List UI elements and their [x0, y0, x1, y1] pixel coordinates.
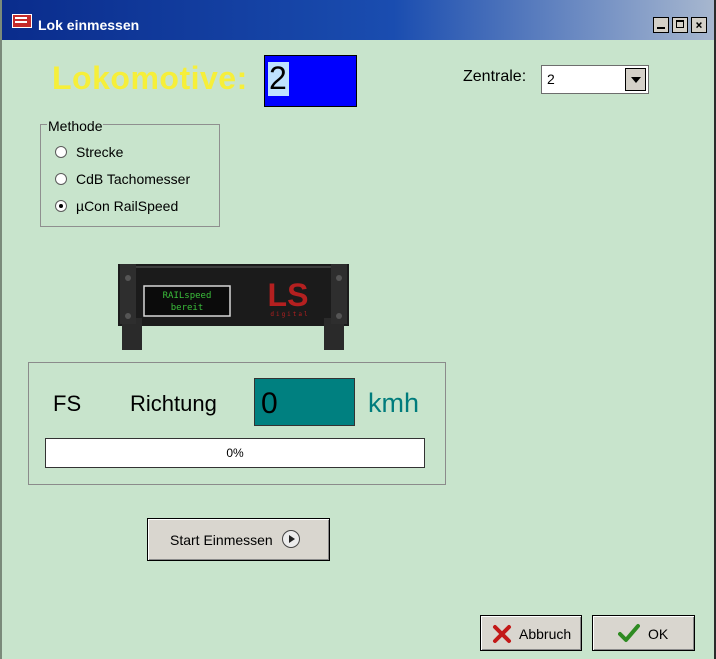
close-icon: × [695, 18, 703, 32]
speed-unit: kmh [368, 388, 420, 418]
title-bar[interactable]: Lok einmessen × [2, 0, 714, 40]
fs-label: FS [53, 391, 82, 416]
zentrale-label: Zentrale: [463, 68, 527, 85]
ok-label: OK [648, 626, 669, 642]
window-title: Lok einmessen [38, 17, 140, 33]
close-button[interactable]: × [691, 17, 707, 33]
railspeed-device-image: RAILspeed bereit LS digital [118, 264, 349, 350]
device-display-line-1: RAILspeed [163, 291, 212, 301]
radio-button[interactable] [55, 146, 67, 158]
abbruch-label: Abbruch [519, 626, 572, 642]
speed-display: 0 [254, 378, 355, 426]
app-icon [12, 14, 32, 28]
start-einmessen-label: Start Einmessen [170, 532, 273, 548]
maximize-button[interactable] [672, 17, 688, 33]
chevron-down-icon[interactable] [625, 68, 646, 91]
radio-label: µCon RailSpeed [76, 198, 179, 214]
zentrale-select[interactable]: 2 [541, 65, 649, 94]
play-icon [282, 530, 300, 548]
radio-button[interactable] [55, 173, 67, 185]
dialog-window: Lok einmessen × Lokomotive: 2 Zentrale: … [0, 0, 716, 659]
progress-text: 0% [226, 446, 244, 460]
methode-group: Methode Strecke CdB Tachomesser µCon Rai… [40, 118, 220, 227]
methode-legend: Methode [47, 118, 104, 134]
radio-label: CdB Tachomesser [76, 171, 191, 187]
lokomotive-label: Lokomotive: [52, 60, 248, 96]
device-brand: LS [268, 277, 309, 313]
progress-bar: 0% [45, 438, 425, 468]
speed-value: 0 [261, 387, 278, 420]
radio-label: Strecke [76, 144, 124, 160]
radio-button-checked[interactable] [55, 200, 67, 212]
device-brand-sub: digital [270, 311, 309, 318]
minimize-button[interactable] [653, 17, 669, 33]
zentrale-select-value: 2 [547, 71, 555, 87]
check-icon [618, 624, 640, 642]
cancel-x-icon [493, 625, 511, 643]
richtung-label: Richtung [130, 391, 217, 416]
start-einmessen-button[interactable]: Start Einmessen [147, 518, 330, 561]
lokomotive-input-value: 2 [269, 60, 287, 96]
ok-button[interactable]: OK [592, 615, 695, 651]
minimize-icon [657, 27, 665, 29]
device-display-line-2: bereit [171, 303, 204, 313]
lokomotive-input[interactable]: 2 [264, 55, 357, 107]
abbruch-button[interactable]: Abbruch [480, 615, 582, 651]
maximize-icon [676, 20, 684, 28]
